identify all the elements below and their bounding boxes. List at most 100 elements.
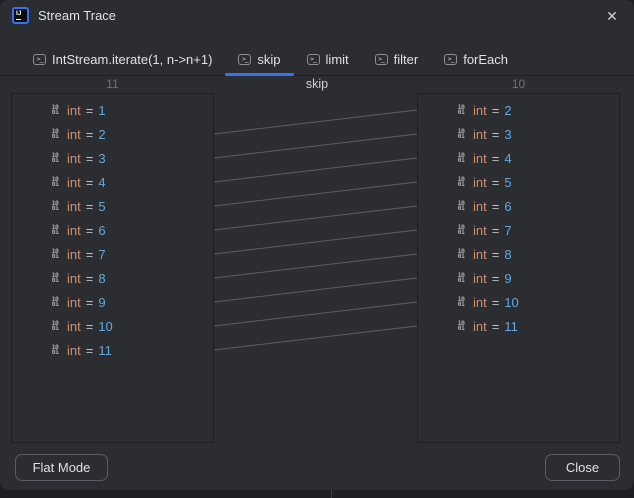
stream-trace-dialog: IJ Stream Trace ✕ >_ IntStream.iterate(1… [0,0,634,498]
value-item[interactable]: 10 01 int = 1 [12,98,213,122]
value-item[interactable]: 10 01 int = 6 [418,194,619,218]
before-values-panel[interactable]: 10 01 int = 1 10 01 int = 2 10 01 int = 3 10 01 int = 4 10 01… [11,93,214,443]
value-type: int [67,126,81,142]
value-type: int [473,246,487,262]
stream-op-icon: >_ [374,54,388,65]
primitive-value-icon: 10 01 [51,270,59,284]
equals-sign: = [85,174,94,190]
value-type: int [67,294,81,310]
primitive-value-icon: 10 01 [457,126,465,140]
value-mapping-line [213,133,418,159]
primitive-value-icon: 10 01 [51,102,59,116]
value-item[interactable]: 10 01 int = 9 [12,290,213,314]
equals-sign: = [491,150,500,166]
value-mapping-line [213,301,418,327]
value-type: int [473,198,487,214]
value-item[interactable]: 10 01 int = 10 [12,314,213,338]
tab-intstream-iterate[interactable]: >_ IntStream.iterate(1, n->n+1) [20,44,225,75]
value-item[interactable]: 10 01 int = 10 [418,290,619,314]
equals-sign: = [85,246,94,262]
value-item[interactable]: 10 01 int = 4 [418,146,619,170]
primitive-value-icon: 10 01 [457,174,465,188]
logo-underscore [16,18,21,20]
close-button[interactable]: Close [545,454,620,481]
equals-sign: = [85,198,94,214]
value-number: 7 [504,222,512,238]
value-item[interactable]: 10 01 int = 8 [12,266,213,290]
primitive-value-icon: 10 01 [51,318,59,332]
tab-foreach[interactable]: >_ forEach [431,44,521,75]
value-item[interactable]: 10 01 int = 2 [12,122,213,146]
value-number: 10 [98,318,113,334]
value-item[interactable]: 10 01 int = 11 [12,338,213,362]
value-item[interactable]: 10 01 int = 8 [418,242,619,266]
intellij-logo-icon: IJ [12,7,29,24]
equals-sign: = [85,342,94,358]
value-item[interactable]: 10 01 int = 6 [12,218,213,242]
primitive-value-icon: 10 01 [51,246,59,260]
value-number: 2 [98,126,106,142]
dialog-surface: IJ Stream Trace ✕ >_ IntStream.iterate(1… [0,0,634,490]
equals-sign: = [491,246,500,262]
equals-sign: = [491,270,500,286]
value-number: 11 [98,342,112,358]
primitive-value-icon: 10 01 [51,342,59,356]
value-number: 9 [98,294,106,310]
equals-sign: = [85,294,94,310]
value-item[interactable]: 10 01 int = 3 [12,146,213,170]
value-mapping-line [213,253,418,279]
value-number: 8 [504,246,512,262]
value-item[interactable]: 10 01 int = 2 [418,98,619,122]
value-number: 3 [504,126,512,142]
tab-bar: >_ IntStream.iterate(1, n->n+1) >_ skip … [0,44,634,76]
value-type: int [473,222,487,238]
tab-skip[interactable]: >_ skip [225,44,294,76]
value-item[interactable]: 10 01 int = 7 [12,242,213,266]
tab-limit[interactable]: >_ limit [294,44,362,75]
value-item[interactable]: 10 01 int = 11 [418,314,619,338]
after-values-panel[interactable]: 10 01 int = 2 10 01 int = 3 10 01 int = 4 10 01 int = 5 10 01… [417,93,620,443]
value-item[interactable]: 10 01 int = 5 [12,194,213,218]
tab-label: limit [325,52,349,67]
stream-op-icon: >_ [33,54,46,65]
primitive-value-icon: 10 01 [51,222,59,236]
after-count: 10 [511,77,526,91]
value-type: int [67,246,81,262]
close-icon[interactable]: ✕ [602,6,622,26]
equals-sign: = [85,318,94,334]
primitive-value-icon: 10 01 [51,198,59,212]
stream-op-icon: >_ [306,54,320,65]
value-item[interactable]: 10 01 int = 5 [418,170,619,194]
value-number: 9 [504,270,512,286]
primitive-value-icon: 10 01 [457,102,465,116]
equals-sign: = [491,294,500,310]
equals-sign: = [491,198,500,214]
value-item[interactable]: 10 01 int = 7 [418,218,619,242]
primitive-value-icon: 10 01 [457,294,465,308]
value-item[interactable]: 10 01 int = 9 [418,266,619,290]
tab-filter[interactable]: >_ filter [362,44,432,75]
value-mapping-line [213,229,418,255]
stream-op-icon: >_ [238,54,252,65]
flat-mode-button[interactable]: Flat Mode [15,454,108,481]
value-number: 11 [504,318,518,334]
equals-sign: = [491,126,500,142]
value-type: int [67,318,81,334]
value-item[interactable]: 10 01 int = 4 [12,170,213,194]
primitive-value-icon: 10 01 [457,150,465,164]
value-type: int [67,174,81,190]
value-number: 8 [98,270,106,286]
value-type: int [473,174,487,190]
equals-sign: = [85,270,94,286]
primitive-value-icon: 10 01 [457,246,465,260]
value-type: int [67,342,81,358]
primitive-value-icon: 10 01 [457,222,465,236]
value-number: 10 [504,294,519,310]
value-number: 7 [98,246,106,262]
logo-letters: IJ [16,10,22,17]
equals-sign: = [491,174,500,190]
value-item[interactable]: 10 01 int = 3 [418,122,619,146]
value-type: int [473,294,487,310]
value-type: int [67,270,81,286]
value-number: 6 [504,198,512,214]
